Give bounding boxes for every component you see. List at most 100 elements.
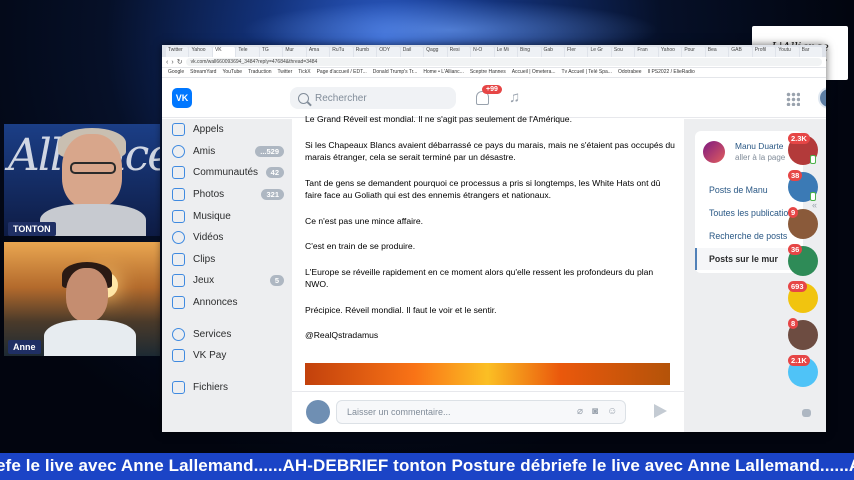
- sidebar-item-appels[interactable]: Appels: [168, 119, 284, 141]
- browser-tab[interactable]: Pour: [682, 47, 705, 57]
- browser-tab[interactable]: Fran: [635, 47, 658, 57]
- bookmark-item[interactable]: Twitter: [278, 69, 293, 76]
- search-input[interactable]: Rechercher: [290, 87, 456, 109]
- browser-tab[interactable]: Bar: [799, 47, 823, 57]
- panel-link[interactable]: Recherche de posts: [695, 225, 803, 247]
- browser-tab[interactable]: Yahoo: [658, 47, 682, 57]
- browser-tab[interactable]: Resi: [447, 47, 471, 57]
- browser-tab[interactable]: Gab: [541, 47, 564, 57]
- browser-tab[interactable]: Le Mi: [494, 47, 518, 57]
- browser-tab[interactable]: GAB: [729, 47, 752, 57]
- post-image[interactable]: [305, 363, 670, 385]
- browser-tab[interactable]: Sou: [611, 47, 635, 57]
- browser-tab[interactable]: VK: [212, 47, 236, 57]
- bookmark-item[interactable]: TickX: [298, 69, 310, 76]
- sidebar-item-label: VK Pay: [193, 350, 227, 362]
- avatar[interactable]: [818, 87, 826, 109]
- attach-icon[interactable]: ⌀: [577, 406, 583, 417]
- messages-icon[interactable]: [802, 409, 811, 417]
- browser-tab[interactable]: Rumb: [353, 47, 377, 57]
- browser-tab[interactable]: Tele: [236, 47, 259, 57]
- unread-badge: 38: [788, 170, 803, 181]
- browser-tab[interactable]: FIer: [564, 47, 588, 57]
- services-icon: [172, 327, 185, 341]
- browser-tab[interactable]: Youtu: [776, 47, 799, 57]
- post-card: Le Grand Réveil est mondial. Il ne s'agi…: [292, 114, 684, 432]
- vk-body: Appels Amis ...529 Communautés 42 Photos 321 Mu…: [162, 114, 826, 432]
- video-icon: [172, 231, 185, 245]
- browser-tab[interactable]: Le Gr: [588, 47, 611, 57]
- sidebar-item-musique[interactable]: Musique: [168, 205, 284, 227]
- bookmark-item[interactable]: Odotrabee: [618, 69, 642, 76]
- bookmark-item[interactable]: Traduction: [248, 69, 271, 76]
- music-note-icon[interactable]: ♫: [509, 89, 520, 106]
- browser-tab[interactable]: ODY: [377, 47, 400, 57]
- bookmark-item[interactable]: YouTube: [222, 69, 242, 76]
- bookmark-item[interactable]: Donald Trump's Tr...: [373, 69, 418, 76]
- bookmark-item[interactable]: Page d'accueil / EDT...: [317, 69, 367, 76]
- browser-tab[interactable]: Twitter: [166, 47, 189, 57]
- browser-tab[interactable]: N-O: [471, 47, 494, 57]
- browser-tab[interactable]: Profil: [752, 47, 776, 57]
- person-shirt: [44, 320, 136, 356]
- bookmark-item[interactable]: Sceptre Hannes: [470, 69, 506, 76]
- browser-tab[interactable]: Yahoo: [189, 47, 212, 57]
- browser-tab[interactable]: Bea: [705, 47, 729, 57]
- forward-icon[interactable]: ›: [171, 59, 173, 66]
- reload-icon[interactable]: ↻: [177, 58, 183, 66]
- sidebar-item-vkpay[interactable]: VK Pay: [168, 345, 284, 367]
- url-field[interactable]: vk.com/wall660093694_3484?reply=47684&th…: [185, 58, 822, 66]
- post-author-mention[interactable]: @RealQstradamus: [305, 329, 675, 342]
- avatar[interactable]: [703, 141, 725, 163]
- sidebar-item-photos[interactable]: Photos 321: [168, 184, 284, 206]
- profile-subtitle[interactable]: aller à la page: [735, 153, 785, 162]
- count-badge: ...529: [255, 145, 284, 157]
- browser-tab[interactable]: Qagg: [424, 47, 447, 57]
- unread-badge: 8: [788, 318, 799, 329]
- sidebar-item-jeux[interactable]: Jeux 5: [168, 270, 284, 292]
- sidebar-item-fichiers[interactable]: Fichiers: [168, 377, 284, 399]
- vk-logo[interactable]: VK: [172, 88, 192, 108]
- panel-link[interactable]: Posts de Manu: [695, 179, 803, 201]
- browser-tab[interactable]: Bing: [518, 47, 541, 57]
- comment-bar: Laisser un commentaire... ⌀ ◙ ☺: [292, 391, 684, 432]
- browser-tab[interactable]: Ama: [306, 47, 330, 57]
- browser-tab[interactable]: RuTu: [330, 47, 353, 57]
- camera-icon[interactable]: ◙: [592, 406, 598, 417]
- bookmark-item[interactable]: Accueil | Ometera...: [512, 69, 556, 76]
- sidebar-item-label: Amis: [193, 145, 216, 157]
- sidebar-item-services[interactable]: Services: [168, 323, 284, 345]
- mobile-online-icon: [810, 192, 816, 201]
- post-paragraph: Précipice. Réveil mondial. Il faut le vo…: [305, 304, 497, 315]
- bookmark-item[interactable]: Il PS2022 / ElieRadio: [648, 69, 695, 76]
- browser-tab[interactable]: Mur: [283, 47, 306, 57]
- sidebar-item-clips[interactable]: Clips: [168, 249, 284, 271]
- avatar: [306, 400, 330, 424]
- camera-name-label: TONTON: [8, 222, 56, 236]
- vk-header: VK Rechercher +99 ♫: [162, 78, 826, 118]
- browser-tab[interactable]: Dail: [400, 47, 424, 57]
- bookmark-item[interactable]: Home • L'Allianc...: [423, 69, 464, 76]
- browser-tab[interactable]: TG: [259, 47, 283, 57]
- unread-badge: 9: [788, 207, 799, 218]
- emoji-icon[interactable]: ☺: [607, 406, 617, 417]
- panel-link[interactable]: Toutes les publications: [695, 202, 803, 224]
- bookmark-item[interactable]: Tv Accueil | Telé Spa...: [562, 69, 612, 76]
- sidebar-item-amis[interactable]: Amis ...529: [168, 141, 284, 163]
- news-ticker: efe le live avec Anne Lallemand......AH-…: [0, 453, 854, 480]
- sidebar-item-vidos[interactable]: Vidéos: [168, 227, 284, 249]
- count-badge: 321: [261, 189, 284, 201]
- count-badge: 42: [265, 167, 284, 179]
- profile-name[interactable]: Manu Duarte: [735, 141, 783, 151]
- sidebar-item-annonces[interactable]: Annonces: [168, 292, 284, 314]
- bookmark-item[interactable]: StreamYard: [190, 69, 216, 76]
- send-icon[interactable]: [654, 404, 667, 418]
- sidebar-item-communauts[interactable]: Communautés 42: [168, 162, 284, 184]
- bookmark-item[interactable]: Google: [168, 69, 184, 76]
- back-icon[interactable]: ‹: [166, 59, 168, 66]
- apps-grid-icon[interactable]: [786, 92, 800, 106]
- phone-icon: [172, 123, 185, 137]
- left-sidebar: Appels Amis ...529 Communautés 42 Photos 321 Mu…: [168, 119, 284, 398]
- panel-link[interactable]: Posts sur le mur: [695, 248, 803, 270]
- chat-list: 2.3K 38 9 36 693 8 2.1K: [788, 133, 824, 432]
